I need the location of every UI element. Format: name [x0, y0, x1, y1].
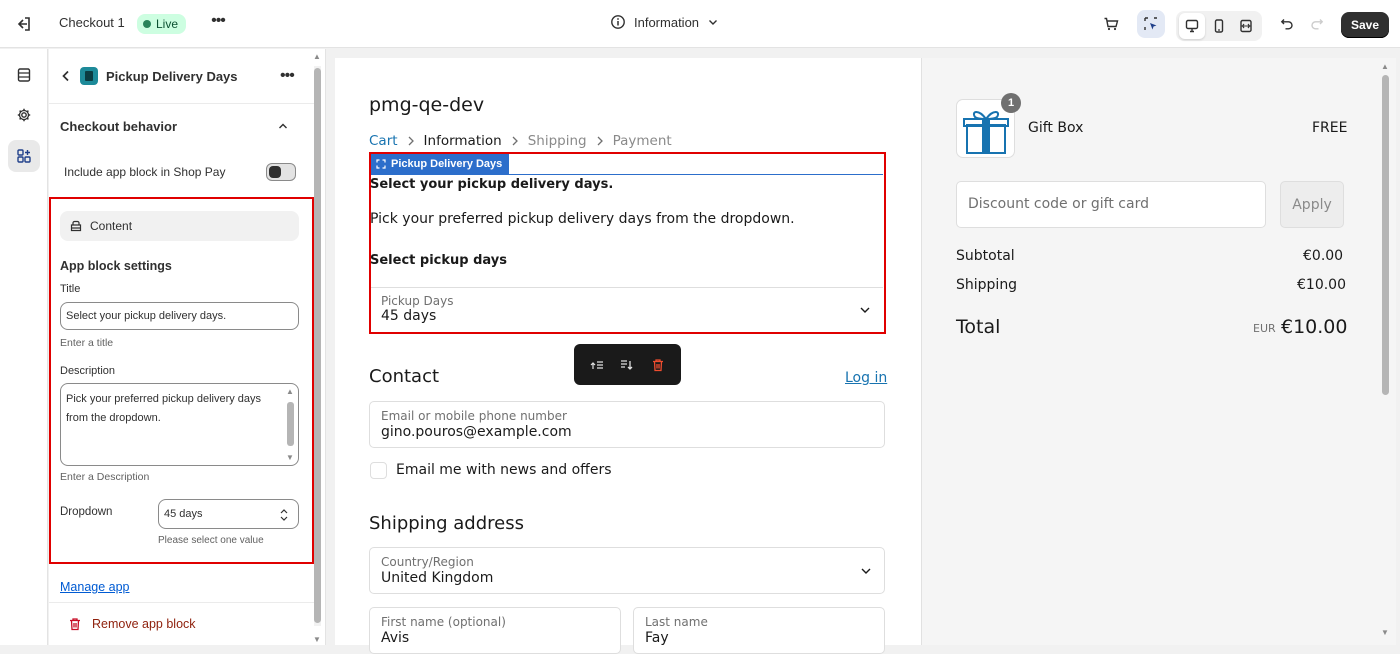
panel-more-icon[interactable]: •••	[280, 67, 295, 85]
shipping-address-heading: Shipping address	[369, 513, 524, 534]
cart-preview-icon[interactable]	[1097, 10, 1125, 38]
login-link[interactable]: Log in	[845, 370, 887, 386]
app-logo-icon	[80, 67, 98, 85]
manage-app-link[interactable]: Manage app	[60, 580, 130, 594]
canvas-scroll-up-icon[interactable]: ▲	[1381, 62, 1389, 71]
more-actions-icon[interactable]: •••	[208, 13, 228, 34]
move-up-icon[interactable]	[590, 358, 604, 372]
breadcrumb-payment: Payment	[612, 133, 672, 149]
exit-icon[interactable]	[14, 14, 36, 34]
email-label: Email or mobile phone number	[381, 409, 567, 423]
live-badge-label: Live	[156, 17, 179, 31]
checkout-title: Checkout 1	[59, 15, 125, 30]
info-icon	[611, 15, 625, 29]
news-checkbox[interactable]	[370, 462, 387, 479]
desktop-icon[interactable]	[1178, 13, 1205, 39]
subtotal-value: €0.00	[1303, 248, 1344, 264]
shop-pay-toggle[interactable]	[266, 163, 296, 181]
email-value: gino.pouros@example.com	[381, 424, 572, 440]
apps-icon[interactable]	[8, 140, 40, 172]
device-switcher	[1176, 11, 1262, 41]
panel-scroll-down-icon[interactable]: ▼	[313, 635, 321, 644]
remove-app-block-button[interactable]: Remove app block	[68, 617, 196, 631]
content-highlight-box	[49, 197, 314, 564]
undo-icon[interactable]	[1273, 10, 1301, 38]
breadcrumb: Cart Information Shipping Payment	[369, 133, 672, 149]
divider	[49, 602, 314, 603]
canvas-scrollbar[interactable]	[1382, 75, 1389, 395]
mobile-icon[interactable]	[1206, 13, 1232, 39]
shipping-value: €10.00	[1297, 277, 1346, 293]
redo-icon[interactable]	[1303, 10, 1331, 38]
breadcrumb-information: Information	[423, 133, 502, 149]
country-value: United Kingdom	[381, 570, 494, 586]
quantity-badge: 1	[1001, 93, 1021, 113]
discount-input[interactable]: Discount code or gift card	[956, 181, 1266, 228]
settings-gear-icon[interactable]	[8, 99, 40, 131]
total-currency: EUR	[1253, 322, 1276, 335]
back-chevron-icon[interactable]	[60, 69, 72, 83]
product-price: FREE	[1312, 120, 1348, 136]
total-label: Total	[956, 316, 1001, 338]
contact-heading: Contact	[369, 366, 440, 387]
move-down-icon[interactable]	[620, 358, 634, 372]
last-name-field[interactable]: Last name Fay	[633, 607, 885, 654]
chevron-right-icon	[512, 136, 518, 146]
chevron-down-icon	[709, 20, 718, 25]
last-name-value: Fay	[645, 630, 669, 646]
first-name-value: Avis	[381, 630, 410, 646]
subtotal-label: Subtotal	[956, 248, 1015, 264]
news-checkbox-label: Email me with news and offers	[396, 462, 612, 478]
top-bar: Checkout 1 Live ••• Information Save	[0, 0, 1400, 48]
delete-icon[interactable]	[651, 358, 665, 372]
sections-icon[interactable]	[8, 59, 40, 91]
email-field[interactable]: Email or mobile phone number gino.pouros…	[369, 401, 885, 448]
breadcrumb-shipping: Shipping	[527, 133, 587, 149]
trash-icon	[70, 618, 80, 631]
total-value: €10.00	[1281, 316, 1348, 338]
checkout-behavior-title: Checkout behavior	[60, 119, 178, 134]
shop-pay-label: Include app block in Shop Pay	[64, 165, 226, 179]
country-label: Country/Region	[381, 555, 474, 569]
chevron-up-icon[interactable]	[277, 120, 289, 132]
panel-title: Pickup Delivery Days	[106, 69, 238, 84]
shipping-label: Shipping	[956, 277, 1018, 293]
remove-app-block-label: Remove app block	[92, 617, 196, 631]
live-dot-icon	[143, 20, 151, 28]
product-name: Gift Box	[1028, 120, 1084, 136]
canvas-scroll-down-icon[interactable]: ▼	[1381, 628, 1389, 637]
country-select[interactable]: Country/Region United Kingdom	[369, 547, 885, 594]
first-name-label: First name (optional)	[381, 615, 506, 629]
panel-scrollbar[interactable]	[314, 68, 321, 623]
page-selector-label: Information	[634, 14, 700, 30]
block-toolbar	[574, 344, 681, 385]
discount-placeholder: Discount code or gift card	[968, 196, 1149, 212]
left-rail	[0, 49, 48, 645]
breadcrumb-cart[interactable]: Cart	[369, 133, 398, 149]
inspector-icon[interactable]	[1137, 10, 1165, 38]
chevron-down-icon	[861, 568, 871, 574]
chevron-right-icon	[408, 136, 414, 146]
full-width-icon[interactable]	[1233, 13, 1259, 39]
gift-box-icon	[963, 111, 1009, 154]
live-badge: Live	[137, 14, 187, 34]
store-name: pmg-qe-dev	[369, 94, 485, 116]
block-highlight-box	[369, 152, 886, 334]
chevron-right-icon	[597, 136, 603, 146]
first-name-field[interactable]: First name (optional) Avis	[369, 607, 621, 654]
save-button[interactable]: Save	[1341, 12, 1389, 38]
apply-button[interactable]: Apply	[1280, 181, 1344, 228]
last-name-label: Last name	[645, 615, 708, 629]
panel-scroll-up-icon[interactable]: ▲	[313, 52, 321, 61]
page-selector[interactable]: Information	[610, 14, 719, 30]
